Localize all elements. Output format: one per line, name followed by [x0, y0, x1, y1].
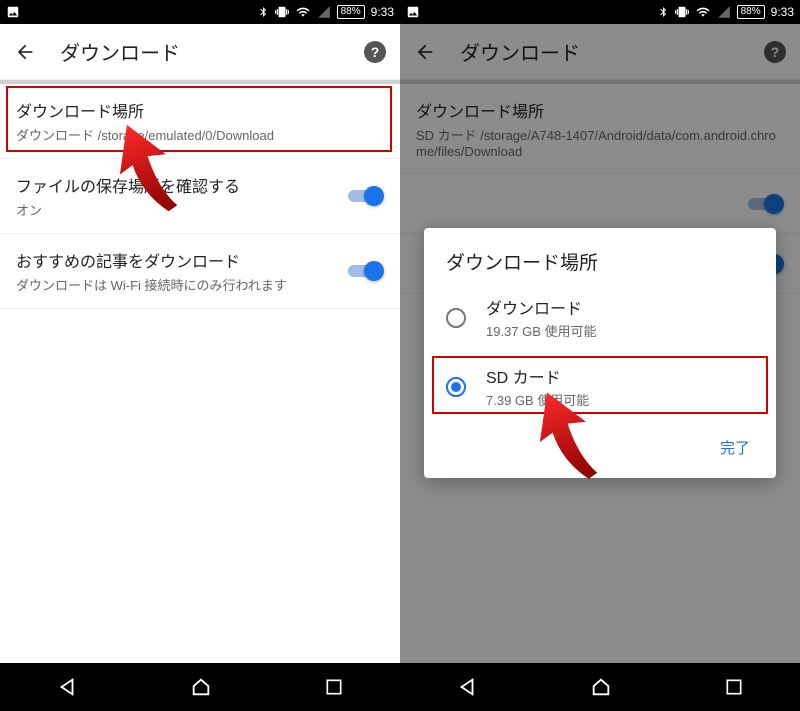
done-button[interactable]: 完了	[708, 429, 762, 466]
android-navbar	[0, 663, 400, 711]
right-pane: 88% 9:33 ダウンロード ? ダウンロード場所 SD カード /stora…	[400, 0, 800, 711]
bluetooth-icon	[258, 5, 269, 19]
option-downloads[interactable]: ダウンロード 19.37 GB 使用可能	[424, 283, 776, 352]
confirm-save-location-item[interactable]: ファイルの保存場所を確認する オン	[0, 159, 400, 234]
clock: 9:33	[771, 5, 794, 19]
battery-level: 88%	[337, 5, 365, 19]
back-icon[interactable]	[14, 41, 36, 63]
nav-recent-icon[interactable]	[724, 677, 744, 697]
nav-back-icon[interactable]	[56, 676, 78, 698]
download-location-item[interactable]: ダウンロード場所 ダウンロード /storage/emulated/0/Down…	[0, 84, 400, 159]
wifi-icon	[695, 5, 711, 19]
vibrate-icon	[675, 5, 689, 19]
download-location-dialog: ダウンロード場所 ダウンロード 19.37 GB 使用可能 SD カード 7.3…	[424, 228, 776, 478]
help-icon[interactable]: ?	[364, 41, 386, 63]
nav-recent-icon[interactable]	[324, 677, 344, 697]
vibrate-icon	[275, 5, 289, 19]
status-bar: 88% 9:33	[400, 0, 800, 24]
radio-unselected-icon[interactable]	[446, 308, 466, 328]
signal-icon	[717, 5, 731, 19]
left-pane: 88% 9:33 ダウンロード ? ダウンロード場所 ダウンロード /stora…	[0, 0, 400, 711]
app-header: ダウンロード ?	[0, 24, 400, 80]
dialog-title: ダウンロード場所	[424, 228, 776, 283]
radio-selected-icon[interactable]	[446, 377, 466, 397]
android-navbar	[400, 663, 800, 711]
toggle-switch[interactable]	[348, 186, 384, 206]
nav-home-icon[interactable]	[190, 676, 212, 698]
toggle-switch[interactable]	[348, 261, 384, 281]
download-recommended-item[interactable]: おすすめの記事をダウンロード ダウンロードは Wi-Fi 接続時にのみ行われます	[0, 234, 400, 309]
battery-level: 88%	[737, 5, 765, 19]
nav-back-icon[interactable]	[456, 676, 478, 698]
option-sd-card[interactable]: SD カード 7.39 GB 使用可能	[424, 352, 776, 421]
status-bar: 88% 9:33	[0, 0, 400, 24]
nav-home-icon[interactable]	[590, 676, 612, 698]
bluetooth-icon	[658, 5, 669, 19]
signal-icon	[317, 5, 331, 19]
wifi-icon	[295, 5, 311, 19]
clock: 9:33	[371, 5, 394, 19]
image-icon	[6, 5, 20, 19]
image-icon	[406, 5, 420, 19]
page-title: ダウンロード	[60, 37, 340, 66]
